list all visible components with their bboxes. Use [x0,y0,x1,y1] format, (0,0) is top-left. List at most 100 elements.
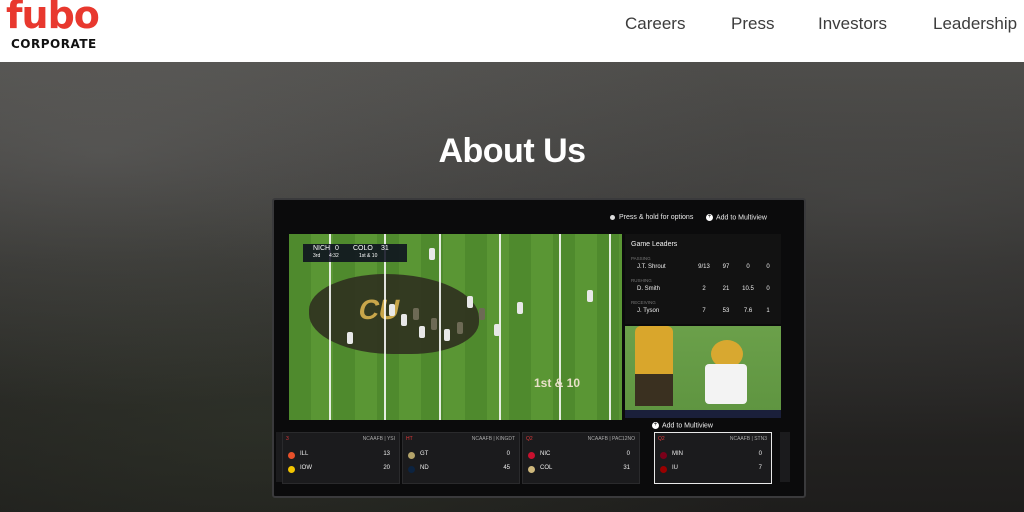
stat-player: J. Tyson [637,308,660,314]
press-hold-hint: Press & hold for options [610,214,693,221]
team-row: IOW 20 [286,465,394,475]
player-figure [635,326,673,376]
team-name: ND [420,465,429,471]
yard-line [609,234,611,420]
team-score: 0 [626,451,630,457]
team-logo-icon [528,466,535,473]
stat-value: 2 [702,286,706,292]
team-name: GT [420,451,429,457]
football-field: CU 1st & 10 NICH 0 COLO 31 3rd 4:32 1st … [289,234,622,420]
scorebug-down: 1st & 10 [359,253,378,259]
card-network: NCAAFB | KINGDT [471,436,515,442]
team-name: MIN [672,451,683,457]
team-logo-icon [408,466,415,473]
card-period: Q2 [658,436,665,442]
player [429,248,435,260]
team-row: NIC 0 [526,451,634,461]
nav-press[interactable]: Press [731,14,774,34]
yard-line [559,234,561,420]
game-leaders-panel: Game Leaders PASSING J.T. Shrout 9/13 97… [625,234,781,324]
player [587,290,593,302]
score-card: HT NCAAFB | KINGDT GT 0 ND 45 [402,432,520,484]
player [347,332,353,344]
score-card: Q2 NCAAFB | PAC12NO NIC 0 COL 31 [522,432,640,484]
score-card: 3 NCAAFB | YSI ILL 13 IOW 20 [282,432,400,484]
player [431,318,437,330]
team-logo-icon [660,452,667,459]
add-to-multiview-text: Add to Multiview [662,422,713,430]
team-score: 20 [383,465,390,471]
stat-category: PASSING [631,256,651,261]
scorebug-score1: 0 [335,245,339,252]
nav-careers[interactable]: Careers [625,14,685,34]
team-logo-icon [528,452,535,459]
tv-screen-image: Press & hold for options + Add to Multivi… [272,198,806,498]
field-marker-text: 1st & 10 [534,376,581,390]
team-row: COL 31 [526,465,634,475]
plus-icon: + [706,214,713,221]
nav-leadership[interactable]: Leadership [933,14,1017,34]
mini-scorebar [625,410,781,418]
player [479,308,485,320]
stat-value: 1 [766,308,770,314]
scorebug: NICH 0 COLO 31 3rd 4:32 1st & 10 [303,244,407,262]
scorebug-team1: NICH [313,245,331,252]
player [467,296,473,308]
stat-value: 7.6 [743,308,753,314]
scorebug-quarter: 3rd [313,253,321,259]
card-network: NCAAFB | STN3 [729,436,767,442]
stat-value: 97 [722,264,730,270]
team-name: IOW [300,465,312,471]
yard-line [439,234,441,420]
stat-row: PASSING J.T. Shrout 9/13 97 0 0 [631,256,777,276]
site-header: fubo CORPORATE Careers Press Investors L… [0,0,1024,62]
stat-value: 7 [702,308,706,314]
team-name: ILL [300,451,309,457]
team-name: IU [672,465,678,471]
team-row: MIN 0 [658,451,766,461]
press-hold-text: Press & hold for options [619,214,694,221]
plus-icon: + [652,422,659,429]
player [517,302,523,314]
stat-player: D. Smith [637,286,661,292]
team-logo-icon [660,466,667,473]
team-score: 31 [623,465,630,471]
stat-value: 0 [766,286,770,292]
team-logo-icon [288,452,295,459]
stat-value: 0 [766,264,770,270]
player-jersey [705,364,747,404]
hero-section: About Us Press & hold for options + Add t… [0,62,1024,512]
card-network: NCAAFB | YSI [362,436,395,442]
stat-row: RECEIVING J. Tyson 7 53 7.6 1 [631,300,777,320]
add-to-multiview-label: + Add to Multiview [652,422,713,429]
team-row: ND 45 [406,465,514,475]
game-leaders-title: Game Leaders [631,241,678,248]
stat-value: 53 [722,308,730,314]
team-score: 45 [503,465,510,471]
card-period: HT [406,436,413,442]
fubo-logo[interactable]: fubo CORPORATE [6,0,106,58]
team-score: 0 [506,451,510,457]
stat-player: J.T. Shrout [637,264,666,270]
card-period: 3 [286,436,289,442]
player [494,324,500,336]
player [444,329,450,341]
stat-row: RUSHING D. Smith 2 21 10.5 0 [631,278,777,298]
nav-investors[interactable]: Investors [818,14,887,34]
player [457,322,463,334]
stat-value: 21 [722,286,730,292]
scorebug-score2: 31 [381,245,389,252]
stat-value: 0 [746,264,750,270]
player [413,308,419,320]
scorebug-team2: COLO [353,245,373,252]
scroll-card-right-edge [780,432,790,482]
logo-wordmark: fubo [6,0,100,37]
stat-category: RECEIVING [631,300,656,305]
player-figure [635,374,673,406]
player [401,314,407,326]
stat-value: 9/13 [698,264,710,270]
add-multiview-hint: + Add to Multiview [706,214,767,221]
team-name: COL [540,465,553,471]
card-period: Q2 [526,436,533,442]
scorebug-clock: 4:32 [329,253,339,259]
